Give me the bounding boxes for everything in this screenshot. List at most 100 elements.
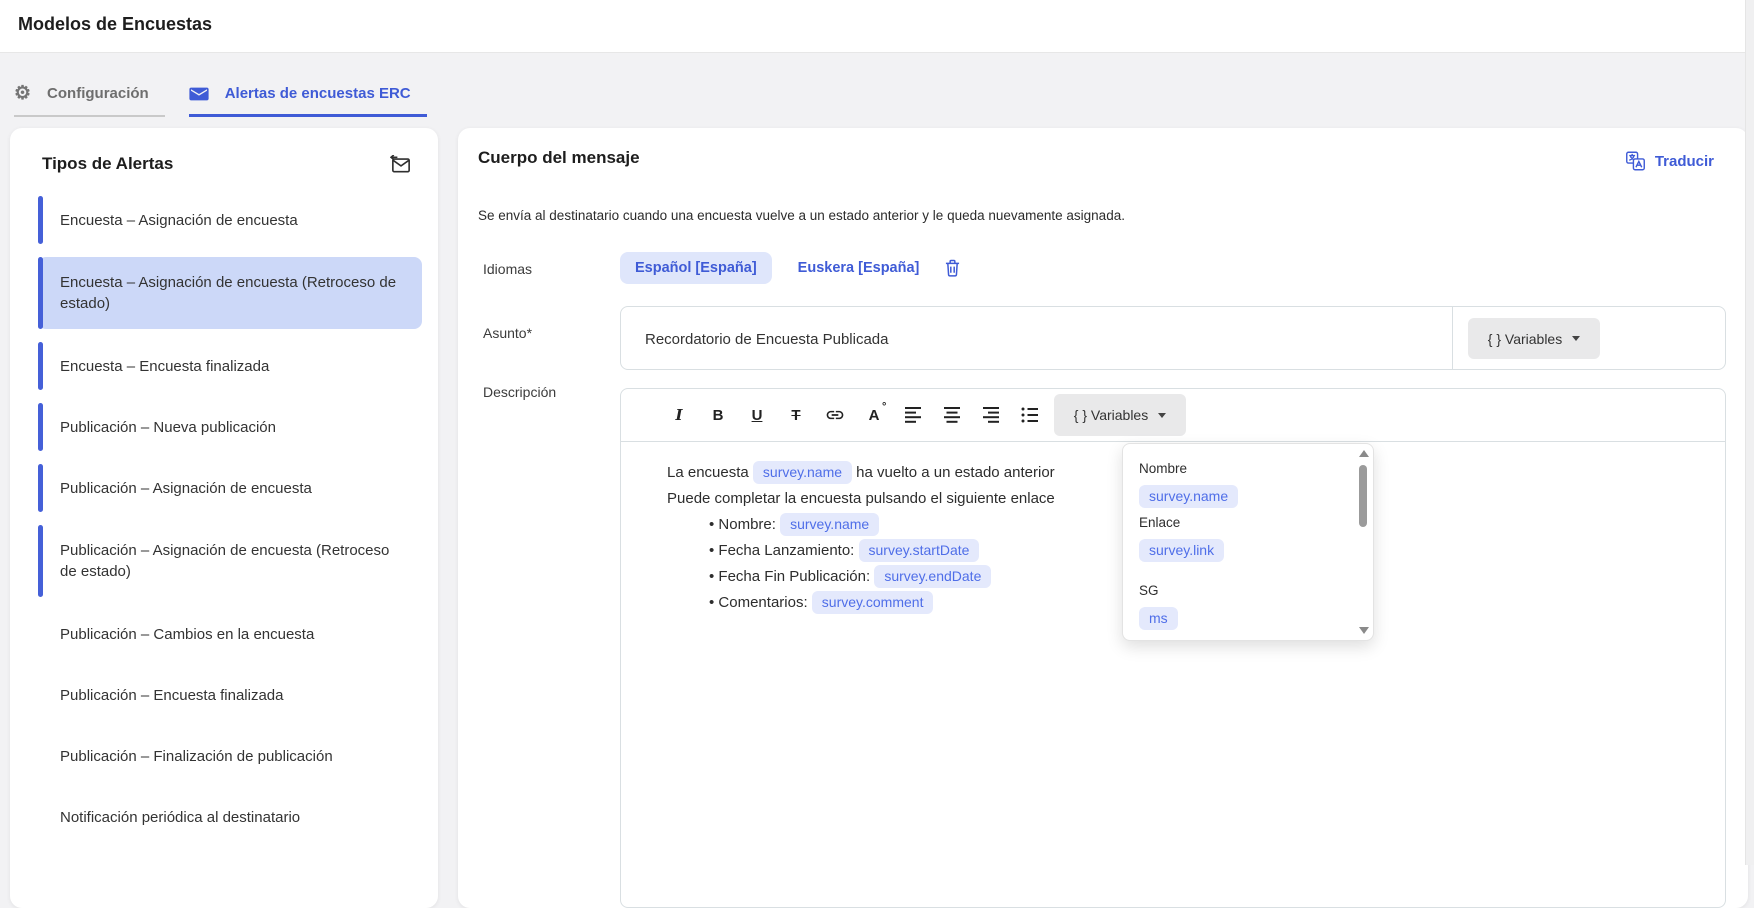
active-indicator-bar: [38, 403, 43, 451]
chevron-down-icon: [1158, 413, 1166, 418]
alert-types-panel: Tipos de Alertas Encuesta – Asignación d…: [10, 128, 438, 908]
alert-type-label: Publicación – Finalización de publicació…: [60, 746, 333, 767]
page-scrollbar[interactable]: [1745, 0, 1754, 865]
chevron-down-icon: [1572, 336, 1580, 341]
translate-icon: [1625, 151, 1646, 171]
variable-chip[interactable]: survey.name: [753, 461, 852, 484]
alert-type-item[interactable]: Publicación – Nueva publicación: [38, 403, 422, 451]
variable-chip[interactable]: survey.startDate: [859, 539, 980, 562]
active-indicator-bar: [38, 196, 43, 244]
language-chip-selected[interactable]: Español [España]: [620, 252, 772, 284]
variables-group: Enlace survey.link: [1139, 515, 1337, 562]
editor-toolbar: I B U T A° { } Variables: [621, 389, 1725, 442]
variables-group-label: Nombre: [1139, 461, 1337, 476]
variables-dropdown-groups: Nombre survey.name Enlace survey.link SG ms: [1123, 444, 1373, 640]
delete-language-button[interactable]: [945, 259, 960, 277]
bold-icon: B: [713, 407, 724, 424]
subject-variables-button[interactable]: { } Variables: [1468, 318, 1600, 359]
variable-chip[interactable]: survey.link: [1139, 539, 1224, 562]
toolbar-bold-button[interactable]: B: [706, 403, 730, 427]
variable-chip[interactable]: ms: [1139, 607, 1178, 630]
alert-type-item[interactable]: Notificación periódica al destinatario: [38, 793, 422, 841]
page-title: Modelos de Encuestas: [18, 14, 212, 35]
alert-types-header: Tipos de Alertas: [10, 128, 438, 174]
variable-chip[interactable]: survey.name: [1139, 485, 1238, 508]
toolbar-list-button[interactable]: [1018, 403, 1042, 427]
alert-type-label: Publicación – Asignación de encuesta: [60, 478, 312, 499]
active-indicator-bar: [38, 342, 43, 390]
alert-type-item[interactable]: Publicación – Cambios en la encuesta: [38, 610, 422, 658]
dropdown-scrollbar[interactable]: [1357, 448, 1370, 636]
scroll-down-icon[interactable]: [1359, 627, 1369, 634]
language-chips: Español [España] Euskera [España]: [620, 252, 960, 284]
description-label: Descripción: [483, 384, 556, 400]
mail-icon: [189, 86, 209, 102]
alert-types-title: Tipos de Alertas: [42, 154, 173, 174]
alert-type-item[interactable]: Encuesta – Encuesta finalizada: [38, 342, 422, 390]
variable-chip[interactable]: survey.endDate: [874, 565, 991, 588]
gear-icon: ⚙: [14, 84, 31, 103]
variables-group-label: Enlace: [1139, 515, 1337, 530]
toolbar-strikethrough-button[interactable]: T: [784, 403, 808, 427]
top-bar: Modelos de Encuestas: [0, 0, 1754, 53]
tab-alertas-de-encuestas-erc[interactable]: Alertas de encuestas ERC: [189, 84, 427, 117]
subject-field: { } Variables: [620, 306, 1726, 370]
alert-type-label: Publicación – Asignación de encuesta (Re…: [60, 540, 408, 582]
tab-label: Configuración: [47, 85, 149, 102]
panel-description: Se envía al destinatario cuando una encu…: [478, 208, 1125, 223]
variable-chip[interactable]: survey.comment: [812, 591, 934, 614]
mail-forward-icon[interactable]: [390, 155, 412, 174]
tab-configuracion[interactable]: ⚙ Configuración: [14, 84, 165, 117]
align-left-icon: [903, 405, 923, 425]
scrollbar-thumb[interactable]: [1359, 465, 1367, 527]
align-right-icon: [981, 405, 1001, 425]
variables-label: { } Variables: [1488, 331, 1562, 347]
list-icon: [1020, 405, 1040, 425]
alert-type-item[interactable]: Publicación – Asignación de encuesta (Re…: [38, 525, 422, 597]
alert-type-item[interactable]: Publicación – Encuesta finalizada: [38, 671, 422, 719]
alert-type-label: Publicación – Cambios en la encuesta: [60, 624, 314, 645]
editor-variables-button[interactable]: { } Variables: [1054, 394, 1186, 436]
alert-type-item[interactable]: Publicación – Asignación de encuesta: [38, 464, 422, 512]
translate-button[interactable]: Traducir: [1619, 150, 1720, 172]
variables-group: SG ms: [1139, 583, 1337, 630]
alert-type-item[interactable]: Encuesta – Asignación de encuesta (Retro…: [38, 257, 422, 329]
translate-label: Traducir: [1655, 153, 1714, 170]
alert-type-label: Encuesta – Encuesta finalizada: [60, 356, 269, 377]
panel-title: Cuerpo del mensaje: [478, 148, 640, 168]
variables-group: Nombre survey.name: [1139, 461, 1337, 508]
subject-label: Asunto*: [483, 325, 532, 341]
toolbar-italic-button[interactable]: I: [667, 403, 691, 427]
strikethrough-icon: T: [791, 407, 800, 424]
toolbar-align-left-button[interactable]: [901, 403, 925, 427]
tab-bar: ⚙ Configuración Alertas de encuestas ERC: [14, 84, 427, 117]
scroll-up-icon[interactable]: [1359, 450, 1369, 457]
language-chip[interactable]: Euskera [España]: [798, 260, 920, 276]
toolbar-align-right-button[interactable]: [979, 403, 1003, 427]
trash-icon: [945, 259, 960, 277]
alert-type-label: Encuesta – Asignación de encuesta (Retro…: [60, 272, 408, 314]
toolbar-icons: I B U T A°: [667, 403, 1042, 427]
alert-type-label: Publicación – Nueva publicación: [60, 417, 276, 438]
variables-group-label: SG: [1139, 583, 1337, 598]
active-indicator-bar: [38, 464, 43, 512]
active-indicator-bar: [38, 525, 43, 597]
font-color-icon: A°: [869, 407, 880, 424]
toolbar-font-color-button[interactable]: A°: [862, 403, 886, 427]
toolbar-underline-button[interactable]: U: [745, 403, 769, 427]
align-center-icon: [942, 405, 962, 425]
divider: [1452, 307, 1453, 369]
toolbar-link-button[interactable]: [823, 403, 847, 427]
variables-dropdown: Nombre survey.name Enlace survey.link SG ms: [1122, 443, 1374, 641]
alert-type-item[interactable]: Publicación – Finalización de publicació…: [38, 732, 422, 780]
alert-type-label: Encuesta – Asignación de encuesta: [60, 210, 298, 231]
alert-type-label: Publicación – Encuesta finalizada: [60, 685, 283, 706]
active-indicator-bar: [38, 257, 43, 329]
message-body-panel: Cuerpo del mensaje Traducir Se envía al …: [458, 128, 1748, 908]
alert-types-list: Encuesta – Asignación de encuesta Encuest…: [10, 196, 438, 841]
alert-type-label: Notificación periódica al destinatario: [60, 807, 300, 828]
subject-input[interactable]: [643, 307, 1427, 371]
alert-type-item[interactable]: Encuesta – Asignación de encuesta: [38, 196, 422, 244]
variable-chip[interactable]: survey.name: [780, 513, 879, 536]
toolbar-align-center-button[interactable]: [940, 403, 964, 427]
